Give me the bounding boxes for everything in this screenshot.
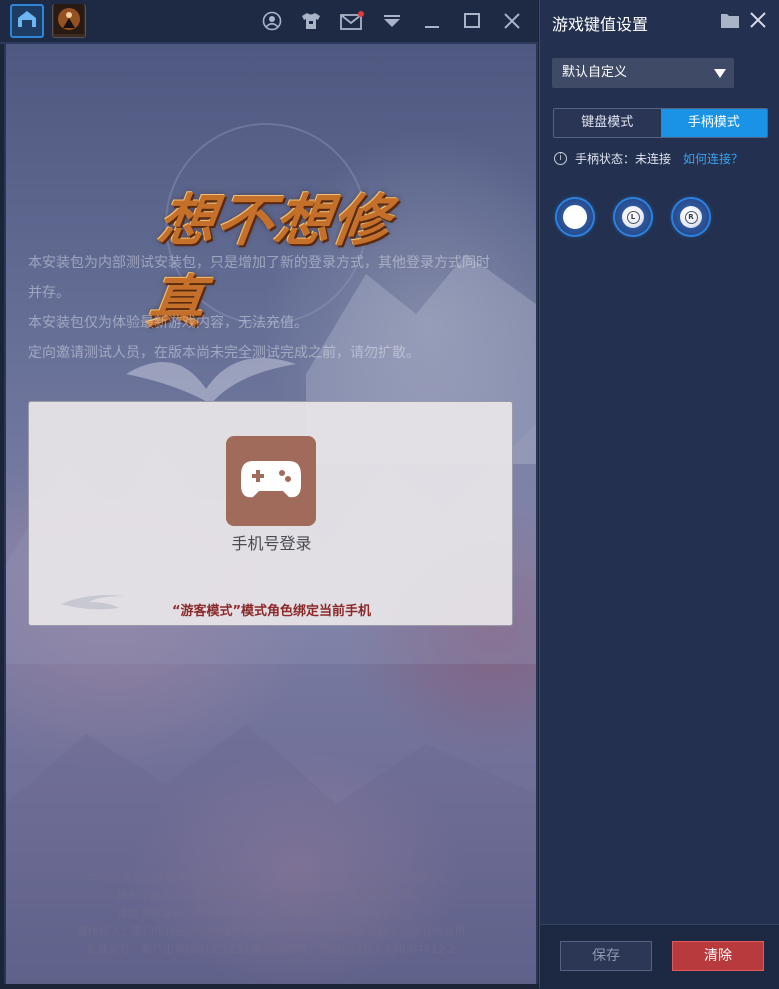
guest-mode-note: “游客模式”模式角色绑定当前手机: [171, 604, 372, 619]
minimize-icon[interactable]: [420, 10, 444, 32]
joystick-r[interactable]: R: [673, 199, 709, 235]
folder-icon[interactable]: [720, 12, 740, 33]
close-icon[interactable]: [500, 10, 524, 32]
gamepad-icon: [239, 457, 303, 505]
joystick-l-label: L: [626, 210, 640, 224]
notice-line: 定向邀请测试人员，在版本尚未完全测试完成之前，请勿扩散。: [28, 345, 420, 361]
joystick-l[interactable]: L: [615, 199, 651, 235]
panel-title: 游戏键值设置: [552, 15, 649, 34]
account-icon[interactable]: [260, 10, 284, 32]
footer-line: 适度游戏益脑，沉迷游戏伤身，合理安排时间，享受健康生活。: [117, 907, 425, 920]
dropdown-icon[interactable]: [380, 10, 404, 32]
footer-line: 批准文号：新广出审[2018]1232号 出版物号：ISBN 978-7-498…: [86, 943, 456, 956]
login-panel: 手机号登录 “游客模式”模式角色绑定当前手机: [28, 401, 513, 626]
clear-button[interactable]: 清除: [672, 941, 764, 971]
joystick-l-knob: L: [622, 206, 644, 228]
info-icon: i: [554, 152, 567, 165]
mail-icon[interactable]: [340, 10, 364, 32]
phone-login-button[interactable]: [226, 436, 316, 526]
notice-line: 并存。: [28, 285, 70, 301]
phone-login-label[interactable]: 手机号登录: [29, 530, 514, 554]
tab-keyboard-mode[interactable]: 键盘模式: [554, 109, 661, 137]
footer-line: 本网络游戏适合年满16岁以上用户，为了您的健康，请合理控制游戏时间。: [88, 871, 454, 884]
joystick-blank[interactable]: [557, 199, 593, 235]
tshirt-icon[interactable]: [299, 10, 323, 32]
how-to-connect-link[interactable]: 如何连接？: [683, 150, 743, 167]
game-avatar-icon: [54, 4, 84, 38]
key-mapping-panel: 游戏键值设置 默认自定义 键盘模式 手柄模式 i 手柄状态：未连接 如何连接？ …: [539, 0, 779, 989]
profile-select[interactable]: 默认自定义: [552, 58, 734, 88]
mail-badge: [358, 11, 364, 17]
game-screen[interactable]: 想不想修真 本安装包为内部测试安装包，只是增加了新的登录方式，其他登录方式同时 …: [4, 44, 538, 984]
maximize-icon[interactable]: [460, 10, 484, 32]
joystick-r-knob: R: [680, 206, 702, 228]
close-icon[interactable]: [749, 11, 767, 33]
chevron-down-icon: [714, 69, 726, 78]
notice-line: 本安装包为内部测试安装包，只是增加了新的登录方式，其他登录方式同时: [28, 255, 490, 271]
gamepad-status-text: 手柄状态：未连接: [575, 152, 672, 166]
joystick-r-label: R: [684, 210, 698, 224]
gamepad-status: i 手柄状态：未连接 如何连接？: [554, 150, 743, 167]
footer-line: 抵制不良游戏，拒绝盗版游戏，注意自我保护，谨防受骗上当。: [117, 889, 425, 902]
footer-line: 著作权人：厦门市行云文化传播有限公司 出版单位：湖北长江数字出版有限公司: [76, 925, 466, 938]
panel-footer: 保存 清除: [540, 924, 779, 989]
joystick-blank-knob: [563, 205, 587, 229]
tab-home[interactable]: [10, 4, 44, 38]
notice-line: 本安装包仅为体验最新游戏内容，无法充值。: [28, 315, 308, 331]
title-bar: [0, 0, 538, 44]
mode-tabs: 键盘模式 手柄模式: [553, 108, 768, 138]
tab-game[interactable]: [52, 4, 86, 38]
save-button[interactable]: 保存: [560, 941, 652, 971]
profile-select-value: 默认自定义: [562, 65, 628, 80]
home-icon: [17, 10, 37, 32]
tab-gamepad-mode[interactable]: 手柄模式: [660, 109, 767, 137]
